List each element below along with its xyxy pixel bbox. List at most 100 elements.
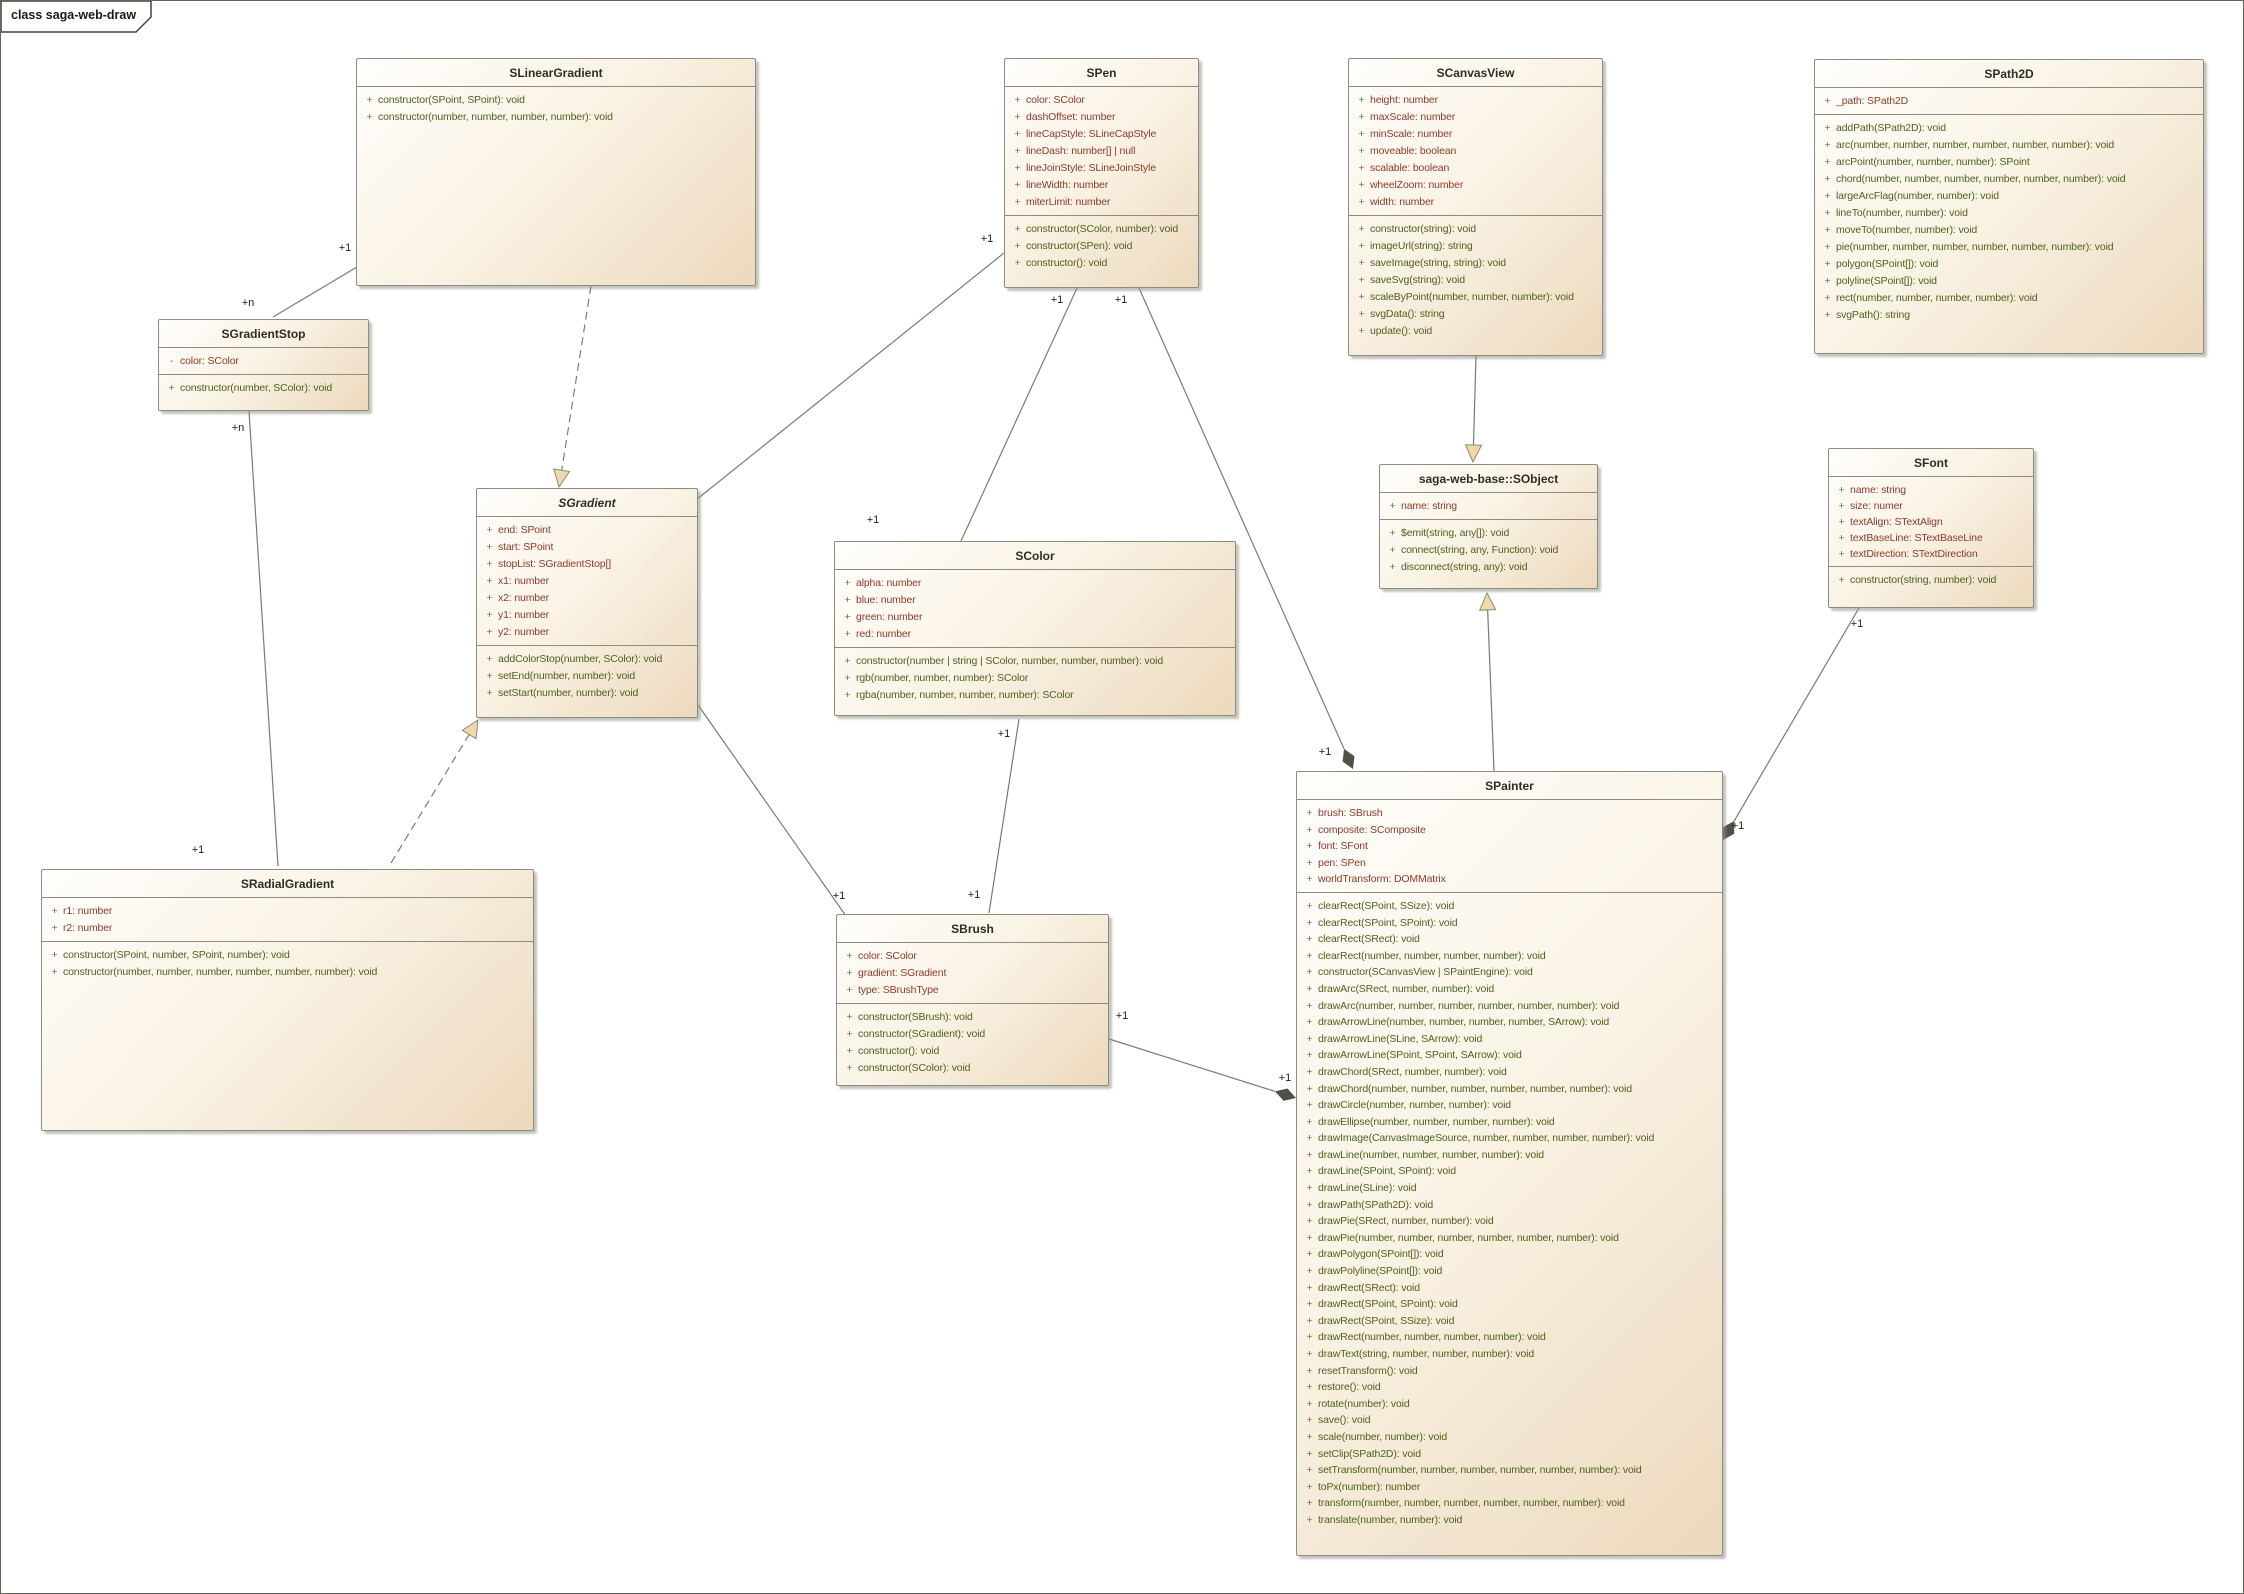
method-row[interactable]: +save(): void: [1301, 1412, 1718, 1429]
method-row[interactable]: +setTransform(number, number, number, nu…: [1301, 1462, 1718, 1479]
attribute-row[interactable]: +y2: number: [481, 624, 693, 641]
method-row[interactable]: +pie(number, number, number, number, num…: [1819, 239, 2199, 256]
method-row[interactable]: +update(): void: [1353, 323, 1598, 340]
attribute-row[interactable]: +worldTransform: DOMMatrix: [1301, 871, 1718, 888]
method-row[interactable]: +$emit(string, any[]): void: [1384, 525, 1593, 542]
method-row[interactable]: +constructor(SCanvasView | SPaintEngine)…: [1301, 964, 1718, 981]
attribute-row[interactable]: +color: SColor: [1009, 92, 1194, 109]
class-title[interactable]: SGradient: [477, 489, 697, 516]
method-row[interactable]: +constructor(number, SColor): void: [163, 380, 364, 397]
method-row[interactable]: +drawChord(SRect, number, number): void: [1301, 1064, 1718, 1081]
attribute-row[interactable]: +width: number: [1353, 194, 1598, 211]
method-row[interactable]: +resetTransform(): void: [1301, 1363, 1718, 1380]
attribute-row[interactable]: +textAlign: STextAlign: [1833, 514, 2029, 530]
attribute-row[interactable]: +x1: number: [481, 573, 693, 590]
class-box-SFont[interactable]: SFont+name: string+size: numer+textAlign…: [1828, 448, 2034, 608]
method-row[interactable]: +rotate(number): void: [1301, 1396, 1718, 1413]
connector-color-brush[interactable]: [989, 719, 1019, 913]
method-row[interactable]: +scaleByPoint(number, number, number): v…: [1353, 289, 1598, 306]
attribute-row[interactable]: +alpha: number: [839, 575, 1231, 592]
connector-pen-gradient[interactable]: [696, 253, 1004, 500]
diagram-canvas[interactable]: +n+1+n+1+1+1+1+1+1+1+1+1+1+1+1+1+1+1 SLi…: [0, 0, 2244, 1594]
method-row[interactable]: +constructor(SBrush): void: [841, 1009, 1104, 1026]
method-row[interactable]: +constructor(number, number, number, num…: [361, 109, 751, 126]
method-row[interactable]: +saveSvg(string): void: [1353, 272, 1598, 289]
method-row[interactable]: +clearRect(SPoint, SSize): void: [1301, 898, 1718, 915]
method-row[interactable]: +drawArc(SRect, number, number): void: [1301, 981, 1718, 998]
attribute-row[interactable]: +name: string: [1833, 482, 2029, 498]
class-title[interactable]: SGradientStop: [159, 320, 368, 347]
attribute-row[interactable]: +x2: number: [481, 590, 693, 607]
connector-font-painter-composition[interactable]: [1734, 608, 1859, 821]
attribute-row[interactable]: +lineWidth: number: [1009, 177, 1194, 194]
class-box-SObject[interactable]: saga-web-base::SObject+name: string+$emi…: [1379, 464, 1598, 589]
attribute-row[interactable]: +composite: SComposite: [1301, 822, 1718, 839]
attribute-row[interactable]: +wheelZoom: number: [1353, 177, 1598, 194]
method-row[interactable]: +connect(string, any, Function): void: [1384, 542, 1593, 559]
attribute-row[interactable]: +textBaseLine: STextBaseLine: [1833, 530, 2029, 546]
attribute-row[interactable]: +lineCapStyle: SLineCapStyle: [1009, 126, 1194, 143]
method-row[interactable]: +constructor(SColor, number): void: [1009, 221, 1194, 238]
method-row[interactable]: +arc(number, number, number, number, num…: [1819, 137, 2199, 154]
class-title[interactable]: SPath2D: [1815, 60, 2203, 87]
attribute-row[interactable]: +r1: number: [46, 903, 529, 920]
method-row[interactable]: +drawArrowLine(SLine, SArrow): void: [1301, 1031, 1718, 1048]
method-row[interactable]: +constructor(string, number): void: [1833, 572, 2029, 588]
method-row[interactable]: +constructor(number, number, number, num…: [46, 964, 529, 981]
method-row[interactable]: +drawRect(number, number, number, number…: [1301, 1329, 1718, 1346]
attribute-row[interactable]: +moveable: boolean: [1353, 143, 1598, 160]
method-row[interactable]: +setClip(SPath2D): void: [1301, 1446, 1718, 1463]
method-row[interactable]: +constructor(SPoint, SPoint): void: [361, 92, 751, 109]
connector-radialgradient-gradient-generalization[interactable]: [391, 735, 469, 863]
attribute-row[interactable]: +stopList: SGradientStop[]: [481, 556, 693, 573]
method-row[interactable]: +clearRect(SRect): void: [1301, 931, 1718, 948]
class-title[interactable]: SPainter: [1297, 772, 1722, 799]
class-box-SLinearGradient[interactable]: SLinearGradient +constructor(SPoint, SPoi…: [356, 58, 756, 286]
method-row[interactable]: +drawArrowLine(number, number, number, n…: [1301, 1014, 1718, 1031]
attribute-row[interactable]: +pen: SPen: [1301, 855, 1718, 872]
class-box-SPath2D[interactable]: SPath2D+_path: SPath2D+addPath(SPath2D):…: [1814, 59, 2204, 354]
method-row[interactable]: +drawPolygon(SPoint[]): void: [1301, 1246, 1718, 1263]
attribute-row[interactable]: +_path: SPath2D: [1819, 93, 2199, 110]
class-title[interactable]: SRadialGradient: [42, 870, 533, 897]
method-row[interactable]: +drawCircle(number, number, number): voi…: [1301, 1097, 1718, 1114]
attribute-row[interactable]: +font: SFont: [1301, 838, 1718, 855]
connector-brush-painter-composition[interactable]: [1109, 1039, 1275, 1091]
attribute-row[interactable]: +textDirection: STextDirection: [1833, 546, 2029, 562]
method-row[interactable]: +arcPoint(number, number, number): SPoin…: [1819, 154, 2199, 171]
method-row[interactable]: +constructor(SPen): void: [1009, 238, 1194, 255]
attribute-row[interactable]: +minScale: number: [1353, 126, 1598, 143]
method-row[interactable]: +clearRect(SPoint, SPoint): void: [1301, 915, 1718, 932]
attribute-row[interactable]: +miterLimit: number: [1009, 194, 1194, 211]
class-title[interactable]: SLinearGradient: [357, 59, 755, 86]
method-row[interactable]: +drawText(string, number, number, number…: [1301, 1346, 1718, 1363]
attribute-row[interactable]: +lineDash: number[] | null: [1009, 143, 1194, 160]
class-box-SBrush[interactable]: SBrush+color: SColor+gradient: SGradient…: [836, 914, 1109, 1086]
method-row[interactable]: +constructor(SPoint, number, SPoint, num…: [46, 947, 529, 964]
attribute-row[interactable]: +start: SPoint: [481, 539, 693, 556]
method-row[interactable]: +largeArcFlag(number, number): void: [1819, 188, 2199, 205]
attribute-row[interactable]: +type: SBrushType: [841, 982, 1104, 999]
method-row[interactable]: +setEnd(number, number): void: [481, 668, 693, 685]
method-row[interactable]: +constructor(SColor): void: [841, 1060, 1104, 1077]
class-box-SGradientStop[interactable]: SGradientStop-color: SColor+constructor(…: [158, 319, 369, 411]
method-row[interactable]: +rgba(number, number, number, number): S…: [839, 687, 1231, 704]
attribute-row[interactable]: +red: number: [839, 626, 1231, 643]
attribute-row[interactable]: +maxScale: number: [1353, 109, 1598, 126]
method-row[interactable]: +drawEllipse(number, number, number, num…: [1301, 1114, 1718, 1131]
method-row[interactable]: +drawLine(SPoint, SPoint): void: [1301, 1163, 1718, 1180]
method-row[interactable]: +drawImage(CanvasImageSource, number, nu…: [1301, 1130, 1718, 1147]
class-box-SGradient[interactable]: SGradient+end: SPoint+start: SPoint+stop…: [476, 488, 698, 718]
method-row[interactable]: +rgb(number, number, number): SColor: [839, 670, 1231, 687]
method-row[interactable]: +rect(number, number, number, number): v…: [1819, 290, 2199, 307]
method-row[interactable]: +drawPath(SPath2D): void: [1301, 1197, 1718, 1214]
class-title[interactable]: SBrush: [837, 915, 1108, 942]
class-title[interactable]: SCanvasView: [1349, 59, 1602, 86]
method-row[interactable]: +constructor(): void: [1009, 255, 1194, 272]
attribute-row[interactable]: +gradient: SGradient: [841, 965, 1104, 982]
connector-gradientstop-radialgradient[interactable]: [249, 411, 278, 866]
method-row[interactable]: +imageUrl(string): string: [1353, 238, 1598, 255]
method-row[interactable]: +drawRect(SRect): void: [1301, 1280, 1718, 1297]
attribute-row[interactable]: +name: string: [1384, 498, 1593, 515]
method-row[interactable]: +drawPie(SRect, number, number): void: [1301, 1213, 1718, 1230]
